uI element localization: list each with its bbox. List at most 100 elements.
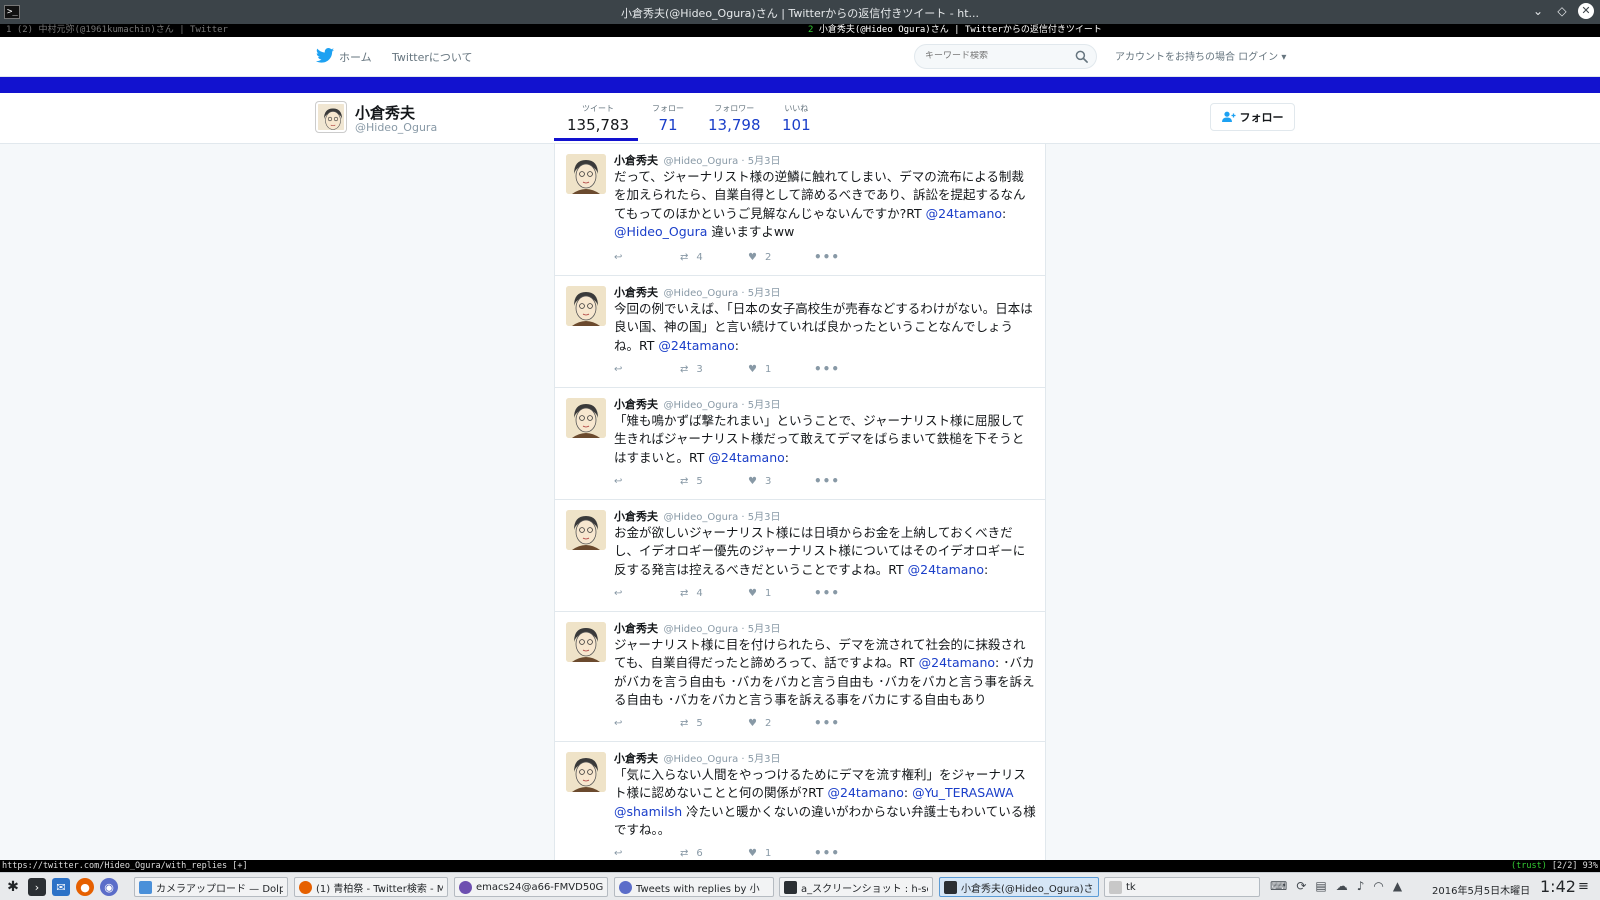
mention-link[interactable]: @24tamano bbox=[926, 206, 1002, 221]
clipboard-icon[interactable]: ▤ bbox=[1315, 879, 1326, 893]
tweet-author-name[interactable]: 小倉秀夫 bbox=[614, 286, 658, 299]
tweet-author-name[interactable]: 小倉秀夫 bbox=[614, 154, 658, 167]
tweet-author-name[interactable]: 小倉秀夫 bbox=[614, 398, 658, 411]
tweet-author-name[interactable]: 小倉秀夫 bbox=[614, 622, 658, 635]
like-button[interactable]: ♥ 1 bbox=[748, 364, 814, 375]
screen-tab-1[interactable]: 1 (2) 中村元弥(@1961kumachin)さん | Twitter bbox=[6, 24, 228, 37]
mail-icon[interactable]: ✉ bbox=[52, 878, 70, 896]
retweet-button[interactable]: ⇄ 4 bbox=[680, 588, 742, 599]
tweet-author-name[interactable]: 小倉秀夫 bbox=[614, 510, 658, 523]
restore-icon[interactable]: ◇ bbox=[1554, 3, 1570, 19]
task-tk[interactable]: tk bbox=[1104, 877, 1260, 897]
search-box bbox=[914, 44, 1097, 69]
reply-icon[interactable]: ↩ bbox=[614, 364, 632, 375]
cloud-icon[interactable]: ☁ bbox=[1336, 879, 1348, 893]
reply-icon[interactable]: ↩ bbox=[614, 718, 632, 729]
taskbar-date[interactable]: 2016年5月5日木曜日 bbox=[1432, 882, 1530, 897]
tweet-author-name[interactable]: 小倉秀夫 bbox=[614, 752, 658, 765]
task-firefox[interactable]: (1) 青柏祭 - Twitter検索 - M bbox=[294, 877, 448, 897]
tweet-meta[interactable]: @Hideo_Ogura · 5月3日 bbox=[664, 624, 781, 635]
mention-link[interactable]: @24tamano bbox=[658, 338, 734, 353]
window-title: 小倉秀夫(@Hideo_Ogura)さん | Twitterからの返信付きツイー… bbox=[620, 7, 980, 20]
stat-followers[interactable]: フォロワー 13,798 bbox=[708, 103, 761, 134]
tweet-avatar[interactable] bbox=[566, 510, 606, 550]
search-icon[interactable] bbox=[1075, 50, 1088, 63]
like-button[interactable]: ♥ 2 bbox=[748, 718, 814, 729]
sync-icon[interactable]: ⟳ bbox=[1296, 879, 1306, 893]
taskbar-clock[interactable]: 1:42 bbox=[1540, 877, 1576, 896]
task-terminal-screenshot[interactable]: a_スクリーンショット : h-scro bbox=[779, 877, 933, 897]
retweet-button[interactable]: ⇄ 6 bbox=[680, 848, 742, 859]
follow-button[interactable]: フォロー bbox=[1210, 103, 1295, 131]
more-options-icon[interactable]: ••• bbox=[814, 362, 840, 376]
more-options-icon[interactable]: ••• bbox=[814, 846, 840, 860]
more-options-icon[interactable]: ••• bbox=[814, 716, 840, 730]
task-active-window[interactable]: 小倉秀夫(@Hideo_Ogura)さ bbox=[939, 877, 1099, 897]
more-options-icon[interactable]: ••• bbox=[814, 474, 840, 488]
reply-icon[interactable]: ↩ bbox=[614, 588, 632, 599]
mention-link[interactable]: @24tamano bbox=[828, 785, 904, 800]
tweet-actions: ↩ ⇄ 3 ♥ 1 ••• bbox=[614, 362, 840, 376]
twitter-bird-icon[interactable] bbox=[316, 48, 334, 63]
app-launcher-icon[interactable]: ✱ bbox=[4, 878, 22, 896]
browser-icon[interactable]: ◉ bbox=[100, 878, 118, 896]
tweet[interactable]: 小倉秀夫 @Hideo_Ogura · 5月3日 お金が欲しいジャーナリスト様に… bbox=[555, 500, 1045, 612]
mention-link[interactable]: @Hideo_Ogura bbox=[614, 224, 707, 239]
mention-link[interactable]: @24tamano bbox=[919, 655, 995, 670]
screen-tab-2[interactable]: 2 小倉秀夫(@Hideo Ogura)さん | Twitterからの返信付きツ… bbox=[808, 24, 1102, 37]
reply-icon[interactable]: ↩ bbox=[614, 848, 632, 859]
tweet-meta[interactable]: @Hideo_Ogura · 5月3日 bbox=[664, 288, 781, 299]
tweet-avatar[interactable] bbox=[566, 622, 606, 662]
tweet-meta[interactable]: @Hideo_Ogura · 5月3日 bbox=[664, 512, 781, 523]
tweet-meta[interactable]: @Hideo_Ogura · 5月3日 bbox=[664, 156, 781, 167]
stat-tweets[interactable]: ツイート 135,783 bbox=[567, 103, 629, 134]
search-input[interactable] bbox=[925, 51, 1065, 61]
hamburger-menu-icon[interactable]: ≡ bbox=[1578, 879, 1589, 894]
retweet-button[interactable]: ⇄ 5 bbox=[680, 476, 742, 487]
retweet-button[interactable]: ⇄ 4 bbox=[680, 252, 742, 263]
mention-link[interactable]: @shamilsh bbox=[614, 804, 682, 819]
tweet[interactable]: 小倉秀夫 @Hideo_Ogura · 5月3日 ジャーナリスト様に目を付けられ… bbox=[555, 612, 1045, 742]
tray-expand-icon[interactable]: ▲ bbox=[1393, 879, 1402, 893]
like-button[interactable]: ♥ 1 bbox=[748, 848, 814, 859]
nav-about-twitter[interactable]: Twitterについて bbox=[392, 49, 473, 65]
tweet-avatar[interactable] bbox=[566, 154, 606, 194]
mention-link[interactable]: @Yu_TERASAWA bbox=[912, 785, 1013, 800]
retweet-button[interactable]: ⇄ 3 bbox=[680, 364, 742, 375]
tweet[interactable]: 小倉秀夫 @Hideo_Ogura · 5月3日 「気に入らない人間をやっつける… bbox=[555, 742, 1045, 860]
nav-home[interactable]: ホーム bbox=[339, 49, 372, 65]
task-dolphin[interactable]: カメラアップロード — Dolphin bbox=[134, 877, 288, 897]
chevron-down-icon[interactable]: ⌄ bbox=[1530, 3, 1546, 19]
login-link[interactable]: アカウントをお持ちの場合 ログイン ▾ bbox=[1115, 48, 1286, 63]
tweet[interactable]: 小倉秀夫 @Hideo_Ogura · 5月3日 今回の例でいえば、「日本の女子… bbox=[555, 276, 1045, 388]
reply-icon[interactable]: ↩ bbox=[614, 476, 632, 487]
mention-link[interactable]: @24tamano bbox=[708, 450, 784, 465]
close-icon[interactable]: ✕ bbox=[1578, 3, 1594, 19]
like-button[interactable]: ♥ 2 bbox=[748, 252, 814, 263]
more-options-icon[interactable]: ••• bbox=[814, 586, 840, 600]
mention-link[interactable]: @24tamano bbox=[908, 562, 984, 577]
tweet-meta[interactable]: @Hideo_Ogura · 5月3日 bbox=[664, 754, 781, 765]
stat-likes[interactable]: いいね 101 bbox=[782, 103, 811, 134]
reply-icon[interactable]: ↩ bbox=[614, 252, 632, 263]
wifi-icon[interactable]: ◠ bbox=[1373, 879, 1383, 893]
firefox-icon[interactable]: ● bbox=[76, 878, 94, 896]
like-button[interactable]: ♥ 3 bbox=[748, 476, 814, 487]
like-button[interactable]: ♥ 1 bbox=[748, 588, 814, 599]
task-emacs[interactable]: emacs24@a66-FMVD50GN bbox=[454, 877, 608, 897]
tweet-avatar[interactable] bbox=[566, 398, 606, 438]
avatar[interactable] bbox=[316, 102, 346, 132]
more-options-icon[interactable]: ••• bbox=[814, 250, 840, 264]
tweet-text: だって、ジャーナリスト様の逆鱗に触れてしまい、デマの流布による制裁を加えられたら… bbox=[614, 168, 1036, 241]
tweet-avatar[interactable] bbox=[566, 286, 606, 326]
volume-icon[interactable]: ♪ bbox=[1357, 879, 1365, 893]
tweet[interactable]: 小倉秀夫 @Hideo_Ogura · 5月3日 だって、ジャーナリスト様の逆鱗… bbox=[555, 144, 1045, 276]
retweet-button[interactable]: ⇄ 5 bbox=[680, 718, 742, 729]
terminal-launcher-icon[interactable]: › bbox=[28, 878, 46, 896]
tweet-avatar[interactable] bbox=[566, 752, 606, 792]
tweet-meta[interactable]: @Hideo_Ogura · 5月3日 bbox=[664, 400, 781, 411]
stat-following[interactable]: フォロー 71 bbox=[652, 103, 684, 134]
keyboard-icon[interactable]: ⌨ bbox=[1270, 879, 1287, 893]
tweet[interactable]: 小倉秀夫 @Hideo_Ogura · 5月3日 「雉も鳴かずば撃たれまい」とい… bbox=[555, 388, 1045, 500]
task-tweets[interactable]: Tweets with replies by 小 bbox=[614, 877, 774, 897]
